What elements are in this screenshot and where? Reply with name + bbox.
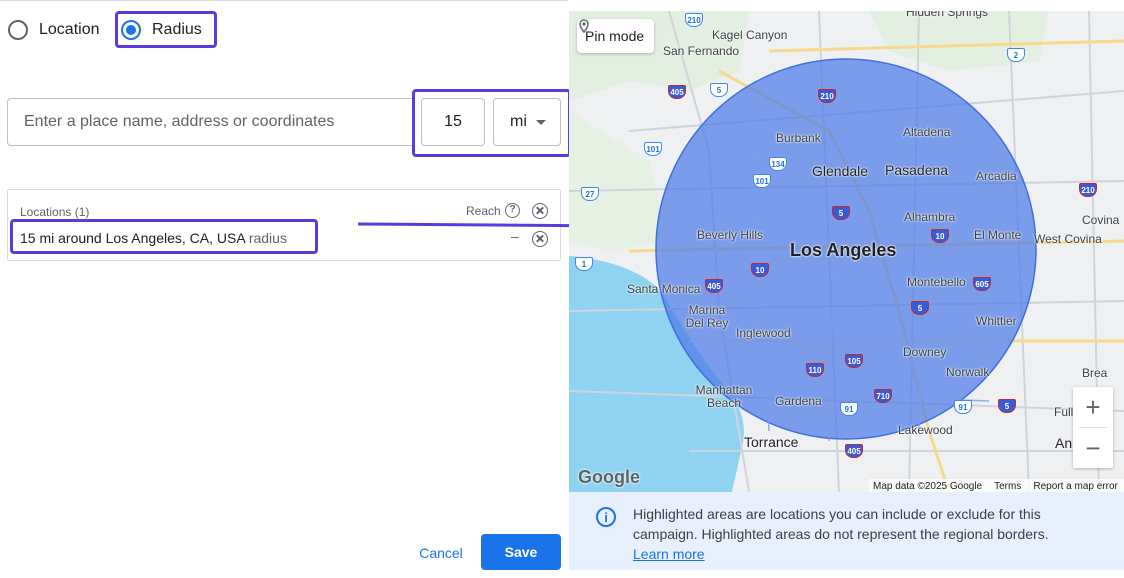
map-label: El Monte	[974, 228, 1022, 242]
map-label: Santa Monica	[627, 282, 701, 296]
highway-shield: 101	[753, 174, 771, 188]
google-logo: Google	[578, 467, 640, 487]
radius-radio-option[interactable]: Radius	[121, 16, 202, 44]
map-label: Norwalk	[946, 365, 990, 379]
learn-more-link[interactable]: Learn more	[633, 546, 705, 562]
radius-radio-label: Radius	[152, 21, 202, 38]
radius-value-input[interactable]: 15	[421, 98, 485, 146]
map-label-los-angeles: Los Angeles	[790, 240, 897, 260]
map-label: West Covina	[1034, 232, 1102, 246]
map-label: Lakewood	[898, 423, 953, 437]
location-radio-option[interactable]: Location	[8, 16, 100, 44]
map-data-credit: Map data ©2025 Google	[873, 480, 983, 492]
highway-shield: 10	[751, 263, 769, 277]
highway-shield: 605	[973, 277, 991, 291]
highway-shield: 1	[575, 257, 593, 271]
highway-shield: 5	[998, 399, 1016, 413]
zoom-controls: + −	[1073, 387, 1113, 468]
report-map-error-link[interactable]: Report a map error	[1033, 481, 1117, 492]
highway-shield: 134	[769, 157, 787, 171]
map-label: Hidden Springs	[906, 11, 989, 19]
highway-shield: 91	[840, 402, 858, 416]
highway-shield: 91	[954, 400, 972, 414]
map-label: Covina	[1082, 213, 1120, 227]
map-label: Alhambra	[904, 210, 956, 224]
place-search-input[interactable]	[24, 113, 412, 131]
map-label: Arcadia	[976, 169, 1017, 183]
save-button[interactable]: Save	[481, 534, 561, 570]
radius-radio-icon[interactable]	[121, 20, 141, 40]
highway-shield: 405	[705, 279, 723, 293]
map-label: Downey	[903, 345, 947, 359]
map-label: Montebello	[907, 275, 966, 289]
pin-mode-label: Pin mode	[585, 28, 645, 44]
map-attribution: Map data ©2025 Google Terms Report a map…	[869, 479, 1124, 492]
location-radio-icon[interactable]	[8, 20, 28, 40]
map-label: Manhattan Beach	[695, 383, 753, 410]
map-pin-icon	[579, 19, 589, 33]
highway-shield: 210	[1079, 183, 1097, 197]
divider	[0, 0, 568, 1]
map-label: Kagel Canyon	[712, 28, 788, 42]
map-label: Marina Del Rey	[685, 303, 729, 330]
highway-shield: 210	[818, 89, 836, 103]
highway-shield: 405	[845, 444, 863, 458]
location-targeting-dialog: Location Radius 15 mi Locations (1) Reac…	[0, 0, 1124, 578]
map-label: Inglewood	[736, 326, 791, 340]
location-item-highlight-box	[10, 219, 318, 254]
highway-shield: 5	[710, 83, 728, 97]
highway-shield: 27	[581, 187, 599, 201]
cancel-button[interactable]: Cancel	[410, 537, 472, 569]
highway-shield: 405	[668, 85, 686, 99]
pin-mode-button[interactable]: Pin mode	[577, 19, 655, 53]
map-label: Altadena	[903, 125, 951, 139]
map-label: An	[1055, 435, 1073, 451]
radius-unit-value: mi	[510, 113, 527, 130]
info-message: Highlighted areas are locations you can …	[633, 506, 1049, 542]
map-label: Glendale	[812, 163, 869, 179]
map-label: Brea	[1082, 366, 1108, 380]
place-search-field[interactable]	[7, 98, 413, 146]
highway-shield: 101	[644, 142, 662, 156]
zoom-out-button[interactable]: −	[1073, 428, 1113, 468]
location-radio-label: Location	[39, 21, 100, 38]
map-label: Torrance	[744, 434, 799, 450]
map-label: Gardena	[775, 394, 822, 408]
map-label: Full	[1054, 405, 1074, 419]
map-label: Whittier	[976, 314, 1017, 328]
highway-shield: 5	[911, 301, 929, 315]
highway-shield: 2	[1007, 48, 1025, 62]
map-label: San Fernando	[663, 44, 740, 58]
info-icon: i	[596, 507, 616, 527]
highway-shield: 210	[685, 13, 703, 27]
highway-shield: 10	[931, 229, 949, 243]
info-banner: i Highlighted areas are locations you ca…	[569, 492, 1124, 570]
map-view[interactable]: 210 405 5 210 101 134 101 27 210 5 10 1 …	[569, 11, 1124, 492]
highway-shield: 710	[874, 389, 892, 403]
map-label: Pasadena	[885, 162, 949, 178]
terms-link[interactable]: Terms	[994, 481, 1021, 492]
highway-shield: 5	[832, 206, 850, 220]
locations-header: Locations (1)	[20, 205, 90, 219]
highway-shield: 105	[845, 354, 863, 368]
map-label: Beverly Hills	[697, 228, 764, 242]
info-text-block: Highlighted areas are locations you can …	[633, 504, 1103, 564]
radius-unit-select[interactable]: mi	[493, 98, 561, 146]
map-label: Burbank	[776, 131, 821, 145]
zoom-in-button[interactable]: +	[1073, 387, 1113, 427]
caret-down-icon	[536, 120, 546, 125]
highway-shield: 110	[806, 363, 824, 377]
